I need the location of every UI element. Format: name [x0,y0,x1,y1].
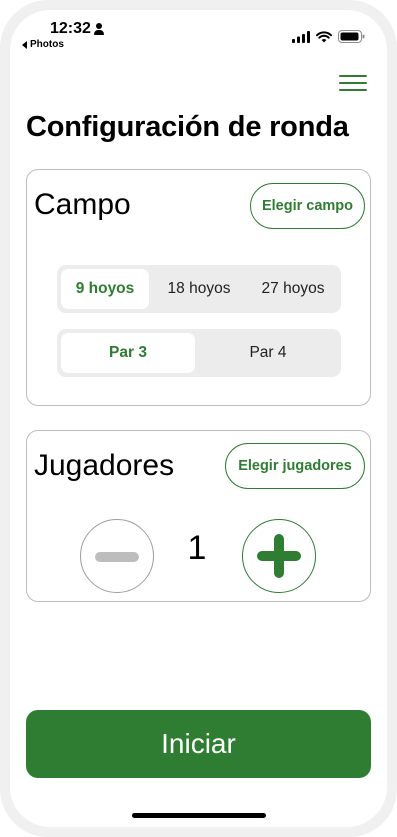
back-arrow-icon [22,40,27,49]
jugadores-title: Jugadores [34,449,175,482]
start-round-button[interactable]: Iniciar [26,710,371,778]
jugadores-card: Jugadores Elegir jugadores 1 [26,430,371,602]
back-to-app-link[interactable]: Photos [22,39,64,50]
holes-segmented-control: 9 hoyos 18 hoyos 27 hoyos [57,265,341,313]
players-count: 1 [187,529,207,567]
choose-course-button[interactable]: Elegir campo [250,183,365,229]
holes-option-18[interactable]: 18 hoyos [153,269,245,309]
par-option-4[interactable]: Par 4 [199,333,337,373]
home-indicator[interactable] [132,813,266,818]
status-time-text: 12:32 [50,20,91,37]
status-time: 12:32 [50,20,104,38]
par-segmented-control: Par 3 Par 4 [57,329,341,377]
page-title: Configuración de ronda [26,111,349,143]
app-screen: 12:32 Photos Configuración de ronda Camp… [10,10,387,827]
decrement-players-button[interactable] [80,519,154,593]
battery-icon [338,30,365,43]
choose-players-button[interactable]: Elegir jugadores [225,443,365,489]
back-to-app-label: Photos [30,39,64,50]
person-icon [93,23,104,35]
increment-players-button[interactable] [242,519,316,593]
holes-option-9[interactable]: 9 hoyos [61,269,149,309]
campo-card: Campo Elegir campo 9 hoyos 18 hoyos 27 h… [26,169,371,406]
par-option-3[interactable]: Par 3 [61,333,195,373]
holes-option-27[interactable]: 27 hoyos [247,269,339,309]
wifi-icon [316,30,332,42]
device-frame: 12:32 Photos Configuración de ronda Camp… [0,0,397,837]
minus-icon [95,552,139,562]
status-icons [292,30,365,43]
signal-icon [292,30,310,43]
campo-title: Campo [34,188,131,221]
hamburger-menu-icon[interactable] [339,72,367,92]
